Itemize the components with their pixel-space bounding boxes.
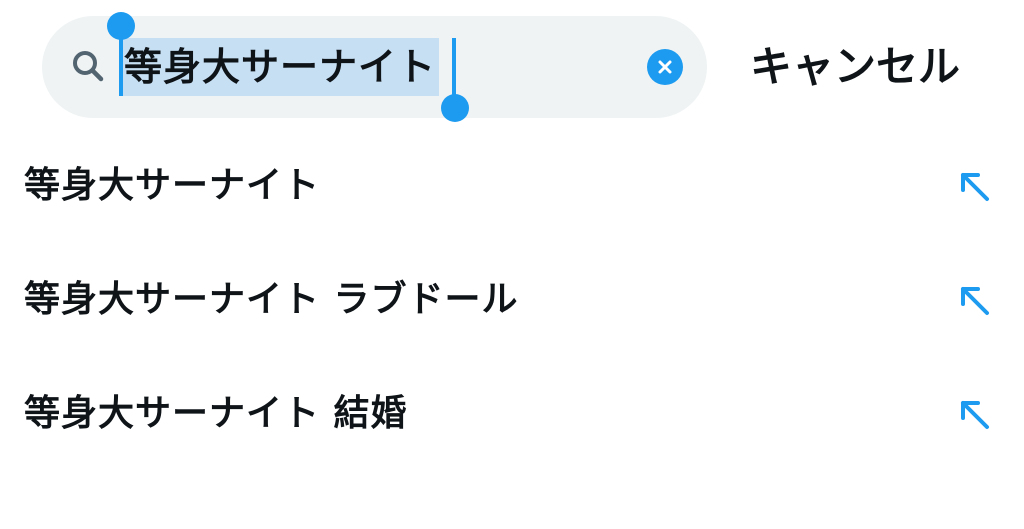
clear-search-button[interactable] [647, 49, 683, 85]
search-icon [73, 51, 104, 82]
arrow-up-left-icon[interactable] [956, 396, 992, 432]
selection-start-handle[interactable] [107, 12, 135, 40]
close-icon [658, 60, 672, 74]
suggestion-item[interactable]: 等身大サーナイト [0, 146, 1024, 226]
suggestion-label: 等身大サーナイト [24, 165, 321, 206]
arrow-up-left-icon[interactable] [956, 282, 992, 318]
cancel-button[interactable]: キャンセル [750, 38, 960, 96]
search-input[interactable]: 等身大サーナイト [120, 38, 440, 96]
suggestion-label: 等身大サーナイト 結婚 [24, 393, 408, 434]
suggestion-item[interactable]: 等身大サーナイト ラブドール [0, 260, 1024, 340]
search-query-selection[interactable]: 等身大サーナイト [120, 38, 440, 96]
suggestion-label: 等身大サーナイト ラブドール [24, 279, 519, 320]
selection-end-handle[interactable] [441, 94, 469, 122]
suggestion-item[interactable]: 等身大サーナイト 結婚 [0, 374, 1024, 454]
arrow-up-left-icon[interactable] [956, 168, 992, 204]
